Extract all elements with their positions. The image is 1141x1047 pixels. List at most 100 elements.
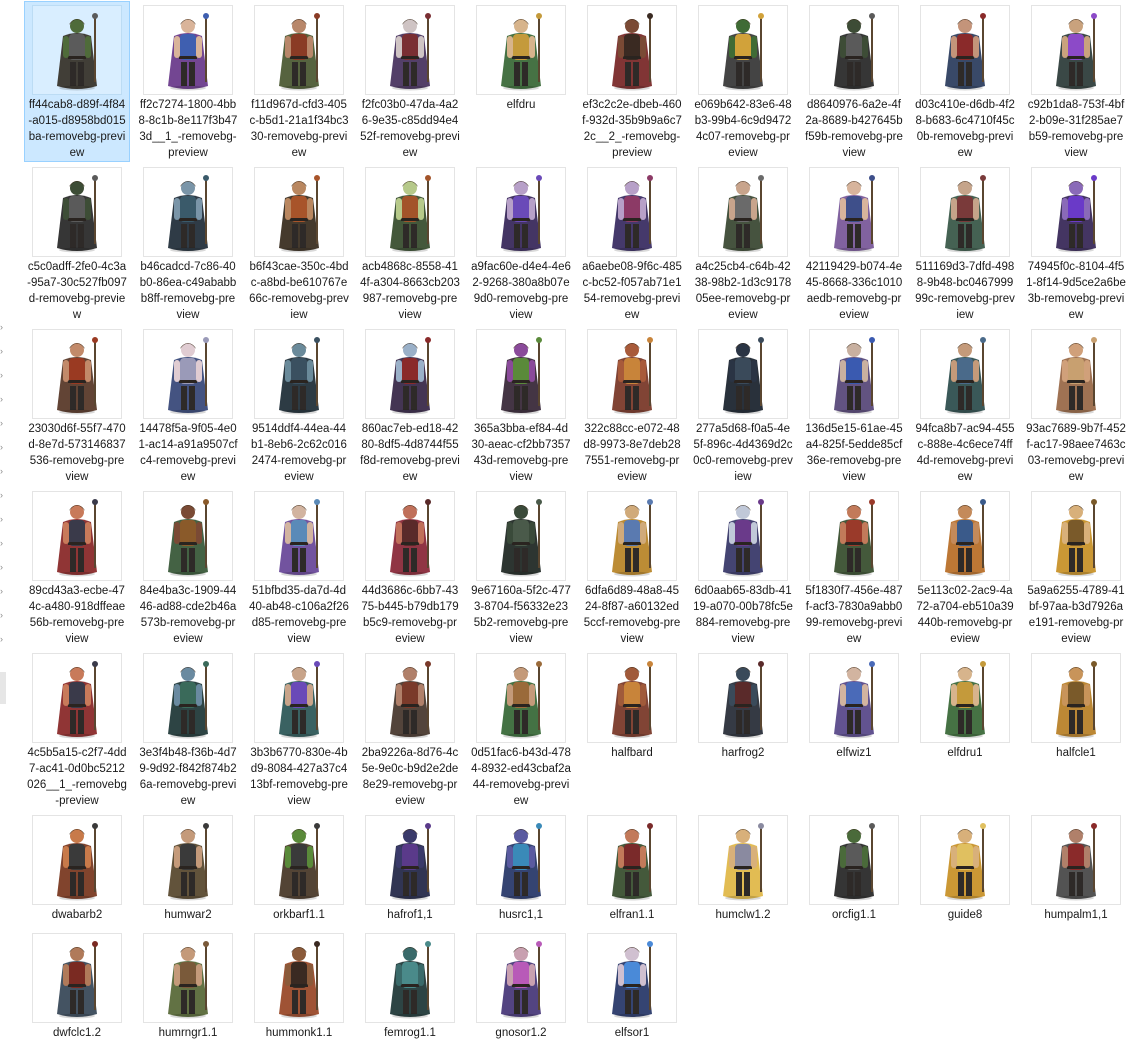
file-item[interactable]: 9514ddf4-44ea-44b1-8eb6-2c62c0162474-rem… [246,325,352,486]
file-name[interactable]: dwabarb2 [27,907,127,923]
file-name[interactable]: 94fca8b7-ac94-455c-888e-4c6ece74ff4d-rem… [915,421,1015,485]
chevron-right-icon[interactable]: › [0,322,6,332]
file-item[interactable]: dwfclc1.2 [24,929,130,1042]
chevron-right-icon[interactable]: › [0,442,6,452]
file-name[interactable]: husrc1,1 [471,907,571,923]
file-name[interactable]: d8640976-6a2e-4f2a-8689-b427645bf59b-rem… [804,97,904,161]
chevron-right-icon[interactable]: › [0,514,6,524]
file-name[interactable]: halfcle1 [1026,745,1126,761]
file-name[interactable]: humclw1.2 [693,907,793,923]
file-name[interactable]: 5f1830f7-456e-487f-acf3-7830a9abb099-rem… [804,583,904,647]
file-name[interactable]: halfbard [582,745,682,761]
file-item[interactable]: 6dfa6d89-48a8-4524-8f87-a60132ed5ccf-rem… [579,487,685,648]
file-thumbnail[interactable] [33,492,121,580]
file-name[interactable]: a4c25cb4-c64b-4238-98b2-1d3c917805ee-rem… [693,259,793,323]
file-thumbnail[interactable] [1032,654,1120,742]
file-item[interactable]: c92b1da8-753f-4bf2-b09e-31f285ae7b59-rem… [1023,1,1129,162]
file-item[interactable]: 4c5b5a15-c2f7-4dd7-ac41-0d0bc5212026__1_… [24,649,130,810]
file-thumbnail[interactable] [33,168,121,256]
file-item[interactable]: a9fac60e-d4e4-4e62-9268-380a8b07e9d0-rem… [468,163,574,324]
file-name[interactable]: dwfclc1.2 [27,1025,127,1041]
file-name[interactable]: 89cd43a3-ecbe-474c-a480-918dffeae56b-rem… [27,583,127,647]
file-thumbnail[interactable] [33,6,121,94]
file-item[interactable]: 84e4ba3c-1909-4446-ad88-cde2b46a573b-rem… [135,487,241,648]
file-name[interactable]: ff44cab8-d89f-4f84-a015-d8958bd015ba-rem… [27,97,127,161]
file-thumbnail[interactable] [255,934,343,1022]
file-name[interactable]: 84e4ba3c-1909-4446-ad88-cde2b46a573b-rem… [138,583,238,647]
file-name[interactable]: 5a9a6255-4789-41bf-97aa-b3d7926ae191-rem… [1026,583,1126,647]
file-name[interactable]: harfrog2 [693,745,793,761]
file-item[interactable]: e069b642-83e6-48b3-99b4-6c9d94724c07-rem… [690,1,796,162]
file-thumbnail[interactable] [144,492,232,580]
chevron-right-icon[interactable]: › [0,538,6,548]
file-thumbnail[interactable] [366,654,454,742]
file-thumbnail[interactable] [699,330,787,418]
file-item[interactable]: elfsor1 [579,929,685,1042]
file-name[interactable]: orkbarf1.1 [249,907,349,923]
file-name[interactable]: 42119429-b074-4e45-8668-336c1010aedb-rem… [804,259,904,323]
file-item[interactable]: elfdru [468,1,574,114]
file-thumbnail[interactable] [33,934,121,1022]
chevron-right-icon[interactable]: › [0,394,6,404]
file-item[interactable]: ff2c7274-1800-4bb8-8c1b-8e117f3b473d__1_… [135,1,241,162]
file-thumbnail[interactable] [1032,168,1120,256]
file-item[interactable]: 74945f0c-8104-4f51-8f14-9d5ce2a6be3b-rem… [1023,163,1129,324]
file-name[interactable]: 23030d6f-55f7-470d-8e7d-573146837536-rem… [27,421,127,485]
file-name[interactable]: 14478f5a-9f05-4e01-ac14-a91a9507cfc4-rem… [138,421,238,485]
file-thumbnail[interactable] [921,654,1009,742]
file-name[interactable]: ef3c2c2e-dbeb-460f-932d-35b9b9a6c72c__2_… [582,97,682,161]
chevron-right-icon[interactable]: › [0,346,6,356]
file-thumbnail[interactable] [477,816,565,904]
file-thumbnail[interactable] [810,330,898,418]
file-name[interactable]: guide8 [915,907,1015,923]
file-thumbnail[interactable] [33,330,121,418]
file-name[interactable]: ff2c7274-1800-4bb8-8c1b-8e117f3b473d__1_… [138,97,238,161]
chevron-right-icon[interactable]: › [0,370,6,380]
file-item[interactable]: c5c0adff-2fe0-4c3a-95a7-30c527fb097d-rem… [24,163,130,324]
file-thumbnail[interactable] [366,6,454,94]
file-name[interactable]: 9514ddf4-44ea-44b1-8eb6-2c62c0162474-rem… [249,421,349,485]
file-thumbnail[interactable] [1032,816,1120,904]
file-thumbnail[interactable] [1032,6,1120,94]
file-item[interactable]: 14478f5a-9f05-4e01-ac14-a91a9507cfc4-rem… [135,325,241,486]
file-thumbnail[interactable] [366,330,454,418]
file-thumbnail[interactable] [810,168,898,256]
file-thumbnail[interactable] [588,492,676,580]
file-item[interactable]: elfran1.1 [579,811,685,924]
file-item[interactable]: ef3c2c2e-dbeb-460f-932d-35b9b9a6c72c__2_… [579,1,685,162]
file-name[interactable]: acb4868c-8558-414f-a304-8663cb203987-rem… [360,259,460,323]
file-thumbnail[interactable] [921,330,1009,418]
file-thumbnail[interactable] [1032,330,1120,418]
file-thumbnail[interactable] [255,654,343,742]
chevron-right-icon[interactable]: › [0,610,6,620]
file-item[interactable]: humrngr1.1 [135,929,241,1042]
file-name[interactable]: 3e3f4b48-f36b-4d79-9d92-f842f874b26a-rem… [138,745,238,809]
file-item[interactable]: elfdru1 [912,649,1018,762]
file-thumbnail[interactable] [366,492,454,580]
file-thumbnail[interactable] [144,654,232,742]
file-thumbnail[interactable] [366,168,454,256]
file-name[interactable]: 6d0aab65-83db-4119-a070-00b78fc5e884-rem… [693,583,793,647]
file-name[interactable]: c5c0adff-2fe0-4c3a-95a7-30c527fb097d-rem… [27,259,127,323]
file-name[interactable]: elfran1.1 [582,907,682,923]
file-item[interactable]: a4c25cb4-c64b-4238-98b2-1d3c917805ee-rem… [690,163,796,324]
file-item[interactable]: guide8 [912,811,1018,924]
file-name[interactable]: d03c410e-d6db-4f28-b683-6c4710f45c0b-rem… [915,97,1015,161]
file-item[interactable]: 365a3bba-ef84-4d30-aeac-cf2bb735743d-rem… [468,325,574,486]
file-item[interactable]: harfrog2 [690,649,796,762]
file-item[interactable]: b46cadcd-7c86-40b0-86ea-c49ababbb8ff-rem… [135,163,241,324]
file-item[interactable]: 89cd43a3-ecbe-474c-a480-918dffeae56b-rem… [24,487,130,648]
file-thumbnail[interactable] [588,168,676,256]
file-item[interactable]: 9e67160a-5f2c-4773-8704-f56332e235b2-rem… [468,487,574,648]
file-item[interactable]: 0d51fac6-b43d-4784-8932-ed43cbaf2a44-rem… [468,649,574,810]
file-thumbnail[interactable] [33,654,121,742]
file-item[interactable]: 322c88cc-e072-48d8-9973-8e7deb287551-rem… [579,325,685,486]
file-item[interactable]: 42119429-b074-4e45-8668-336c1010aedb-rem… [801,163,907,324]
file-thumbnail[interactable] [477,492,565,580]
file-thumbnail[interactable] [699,492,787,580]
file-name[interactable]: 5e113c02-2ac9-4a72-a704-eb510a39440b-rem… [915,583,1015,647]
file-name[interactable]: 44d3686c-6bb7-4375-b445-b79db179b5c9-rem… [360,583,460,647]
file-name[interactable]: 51bfbd35-da7d-4d40-ab48-c106a2f26d85-rem… [249,583,349,647]
file-thumbnail[interactable] [588,654,676,742]
file-thumbnail[interactable] [144,168,232,256]
